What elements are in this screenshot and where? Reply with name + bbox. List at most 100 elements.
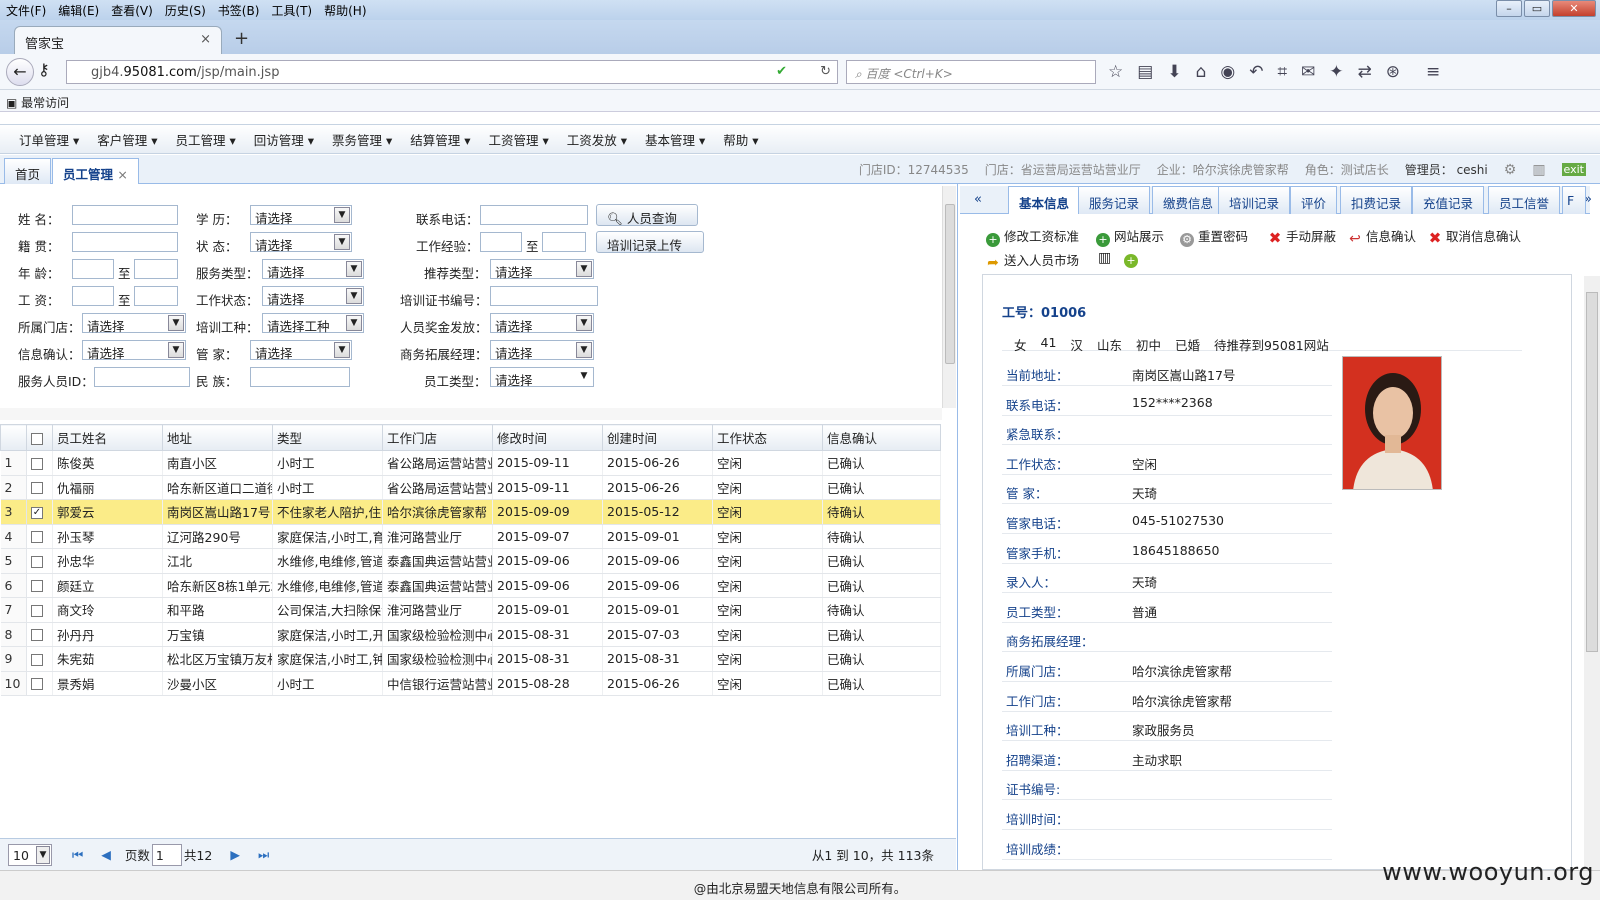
row-checkbox[interactable] xyxy=(26,548,53,574)
extension-icon[interactable]: ✦ xyxy=(1329,62,1343,82)
column-header[interactable]: 员工姓名 xyxy=(52,424,163,451)
column-header[interactable]: 工作门店 xyxy=(382,424,493,451)
home-icon[interactable]: ⌂ xyxy=(1196,62,1207,82)
person-query-button[interactable]: 🔍︎ 人员查询 xyxy=(596,204,698,226)
reload-icon[interactable]: ↻ xyxy=(820,64,831,79)
table-row[interactable]: 6颜廷立哈东新区8栋1单元3水维修,电维修,管道疏泰鑫国典运营站营业2015-0… xyxy=(0,573,941,598)
bonus-select[interactable]: 请选择 ▼ xyxy=(490,313,594,334)
education-select[interactable]: 请选择 ▼ xyxy=(250,205,352,226)
form-hscrollbar[interactable] xyxy=(0,408,942,420)
website-display-button[interactable]: + 网站展示 xyxy=(1096,226,1164,247)
cert-no-input[interactable] xyxy=(490,286,598,306)
minimize-button[interactable]: – xyxy=(1496,0,1522,17)
browser-menu-item[interactable]: 书签(B) xyxy=(212,2,266,19)
column-header[interactable]: 创建时间 xyxy=(602,424,713,451)
name-input[interactable] xyxy=(72,205,178,225)
phone-input[interactable] xyxy=(480,205,588,225)
table-row[interactable]: 8 孙丹丹万宝镇家庭保洁,小时工,开荒国家级检验检测中心2015-08-31201… xyxy=(0,622,941,647)
tab-employee-mgmt[interactable]: 员工管理 × xyxy=(52,158,139,184)
reader-icon[interactable]: ▤ xyxy=(1137,62,1153,82)
hamburger-menu-icon[interactable]: ≡ xyxy=(1426,62,1440,82)
add-icon[interactable]: + xyxy=(1124,250,1142,268)
app-menu-item[interactable]: 工资发放 ▾ xyxy=(558,130,636,149)
sync-icon[interactable]: ⇄ xyxy=(1358,62,1372,82)
chat-icon[interactable]: ◉ xyxy=(1220,62,1235,82)
detail-tab[interactable]: 基本信息 xyxy=(1008,186,1081,214)
back-icon[interactable]: ← xyxy=(6,58,34,86)
column-header[interactable]: 修改时间 xyxy=(492,424,603,451)
confirm-select[interactable]: 请选择 ▼ xyxy=(82,340,186,361)
detail-tab[interactable]: F xyxy=(1562,186,1586,214)
star-icon[interactable]: ☆ xyxy=(1108,62,1123,82)
detail-tab[interactable]: 评价 xyxy=(1290,186,1338,214)
exit-icon[interactable]: exit xyxy=(1561,163,1586,176)
new-tab-button[interactable]: + xyxy=(234,28,249,49)
butler-select[interactable]: 请选择 ▼ xyxy=(250,340,352,361)
column-header[interactable]: 信息确认 xyxy=(822,424,941,451)
key-icon[interactable]: ⚷ xyxy=(38,60,50,79)
nation-input[interactable] xyxy=(250,367,350,387)
next-page-icon[interactable]: ▶ xyxy=(230,847,240,862)
page-input[interactable]: 1 xyxy=(151,843,182,866)
last-page-icon[interactable]: ⏭ xyxy=(258,847,269,863)
detail-tab[interactable]: 充值记录 xyxy=(1412,186,1485,214)
send-to-market-button[interactable]: ➦ 送入人员市场 xyxy=(986,250,1079,270)
browser-menu-item[interactable]: 工具(T) xyxy=(265,2,318,19)
table-row[interactable]: 2 仇福丽 哈东新区道口二道街 小时工 省公路局运营站营业 2015-09-11 2015-… xyxy=(0,475,941,500)
experience-from-input[interactable] xyxy=(480,232,522,252)
column-header[interactable]: 类型 xyxy=(272,424,383,451)
browser-menu-item[interactable]: 编辑(E) xyxy=(52,2,105,19)
browser-menu-item[interactable]: 查看(V) xyxy=(105,2,159,19)
message-icon[interactable]: ✉ xyxy=(1301,62,1315,82)
detail-tab[interactable]: 培训记录 xyxy=(1218,186,1291,214)
table-row[interactable]: 4 孙玉琴辽河路290号家庭保洁,小时工,育婴淮河路营业厅2015-09-0720… xyxy=(0,524,941,549)
age-from-input[interactable] xyxy=(72,259,114,279)
training-upload-button[interactable]: 培训记录上传 xyxy=(596,231,704,253)
detail-tab[interactable]: 服务记录 xyxy=(1078,186,1151,214)
service-id-input[interactable] xyxy=(94,367,190,387)
row-checkbox[interactable] xyxy=(26,597,53,623)
gear-icon[interactable]: ⚙ xyxy=(1504,162,1517,178)
select-all-checkbox[interactable] xyxy=(26,424,53,451)
wage-to-input[interactable] xyxy=(134,286,178,306)
app-menu-item[interactable]: 订单管理 ▾ xyxy=(10,130,88,149)
row-checkbox[interactable] xyxy=(26,450,53,476)
search-input[interactable]: ⌕ 百度 <Ctrl+K> xyxy=(846,60,1096,84)
close-icon[interactable]: × xyxy=(117,167,127,182)
browser-tab[interactable]: 管家宝 × xyxy=(14,26,222,54)
row-checkbox[interactable] xyxy=(26,622,53,647)
first-page-icon[interactable]: ⏮ xyxy=(72,847,83,863)
app-menu-item[interactable]: 帮助 ▾ xyxy=(714,130,767,149)
column-header[interactable]: 地址 xyxy=(162,424,273,451)
browser-menu-item[interactable]: 文件(F) xyxy=(0,2,52,19)
app-menu-item[interactable]: 票务管理 ▾ xyxy=(323,130,401,149)
work-status-select[interactable]: 请选择 ▼ xyxy=(262,286,364,307)
app-menu-item[interactable]: 客户管理 ▾ xyxy=(88,130,166,149)
table-row[interactable]: 10 景秀娟 沙曼小区 小时工 中信银行运营站营业 2015-08-28 2015-06-2… xyxy=(0,671,941,696)
cancel-confirm-button[interactable]: ✖ 取消信息确认 xyxy=(1428,226,1521,246)
detail-tab[interactable]: 缴费信息 xyxy=(1152,186,1225,214)
notebook-icon[interactable]: ▥ xyxy=(1532,162,1545,178)
bookmark-most-visited[interactable]: 最常访问 xyxy=(21,96,69,110)
experience-to-input[interactable] xyxy=(542,232,586,252)
reset-password-button[interactable]: ⚙ 重置密码 xyxy=(1180,226,1248,247)
close-window-button[interactable]: ✕ xyxy=(1552,0,1596,17)
close-tab-icon[interactable]: × xyxy=(200,32,211,47)
row-checkbox[interactable] xyxy=(26,475,53,500)
wage-from-input[interactable] xyxy=(72,286,114,306)
prev-page-icon[interactable]: ◀ xyxy=(101,847,111,862)
info-confirm-button[interactable]: ↩ 信息确认 xyxy=(1348,226,1416,246)
status-select[interactable]: 请选择 ▼ xyxy=(250,232,352,253)
collapse-left-icon[interactable]: « xyxy=(974,192,982,207)
download-icon[interactable]: ⬇ xyxy=(1167,62,1181,82)
form-scrollbar[interactable] xyxy=(942,186,956,408)
app-menu-item[interactable]: 结算管理 ▾ xyxy=(401,130,479,149)
row-checkbox[interactable] xyxy=(26,671,53,696)
table-row[interactable]: 3 ✓ 郭爱云 南岗区嵩山路17号 不住家老人陪护,住家 哈尔滨徐虎管家帮 2015-09-… xyxy=(0,499,941,525)
row-checkbox[interactable] xyxy=(26,573,53,598)
row-checkbox[interactable]: ✓ xyxy=(26,499,53,525)
app-menu-item[interactable]: 回访管理 ▾ xyxy=(245,130,323,149)
row-checkbox[interactable] xyxy=(26,524,53,549)
row-checkbox[interactable] xyxy=(26,646,53,672)
biz-manager-select[interactable]: 请选择 ▼ xyxy=(490,340,594,361)
